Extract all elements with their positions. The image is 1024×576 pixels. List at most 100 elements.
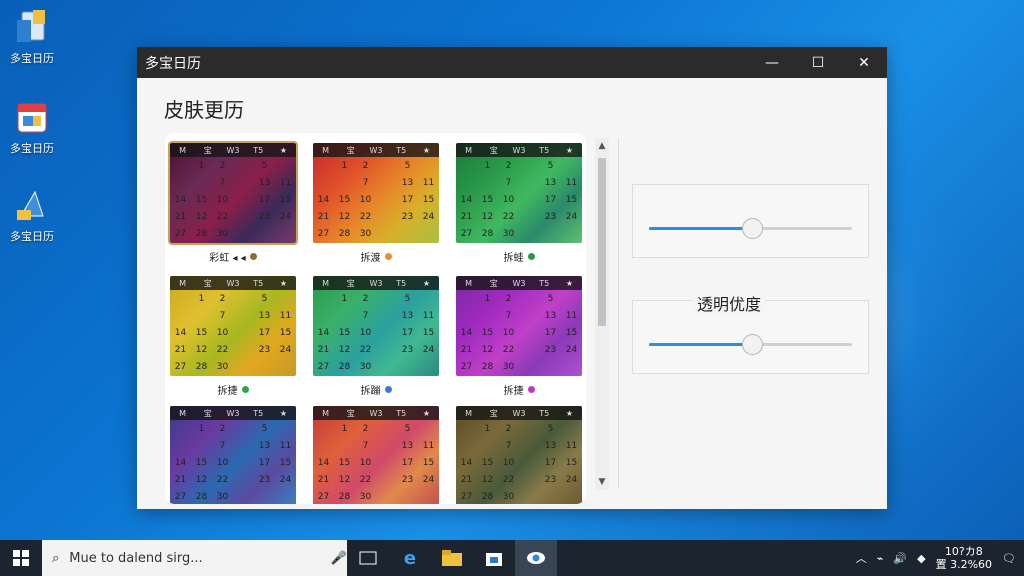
task-view-button[interactable]	[347, 540, 389, 576]
edge-button[interactable]: e	[389, 540, 431, 576]
windows-icon	[13, 550, 29, 566]
skin-preview[interactable]: M 宝 W3 T5 ★ 1 2 5 7 13 11 14 15 10 17 15 21 12 22 23 24 27 28 3…	[313, 406, 439, 504]
weekday-label: 宝	[489, 145, 498, 155]
notification-icon[interactable]: 🗨	[1002, 552, 1016, 565]
title-bar[interactable]: 多宝日历 — ☐ ✕	[137, 47, 887, 78]
day-cell: 22	[502, 344, 515, 355]
folder-icon	[442, 550, 462, 566]
day-cell: 15	[481, 194, 494, 205]
skin-card[interactable]: M 宝 W3 T5 ★ 1 2 5 7 13 11 14 15 10 17 15 21 12 22 23 24 27 28 3…	[170, 406, 296, 504]
store-button[interactable]	[473, 540, 515, 576]
day-cell: 27	[460, 361, 473, 372]
day-cell: 15	[195, 457, 208, 468]
day-cell: 10	[359, 327, 372, 338]
start-button[interactable]	[0, 540, 42, 576]
weekday-label: M	[465, 145, 473, 155]
divider	[618, 138, 619, 488]
day-grid: 1 2 5 7 13 11 14 15 10 17 15 21 12 22 23 24 27 28 30	[456, 420, 582, 504]
day-cell: 17	[544, 194, 557, 205]
weekday-label: 宝	[346, 278, 355, 288]
skin-card[interactable]: M 宝 W3 T5 ★ 1 2 5 7 13 11 14 15 10 17 15 21 12 22 23 24 27 28 3…	[456, 276, 582, 397]
skin-card[interactable]: M 宝 W3 T5 ★ 1 2 5 7 13 11 14 15 10 17 15 21 12 22 23 24 27 28 3…	[168, 141, 298, 264]
weekday-header: M 宝 W3 T5 ★	[313, 143, 439, 157]
calendar-app-taskbar-button[interactable]	[515, 540, 557, 576]
day-cell: 10	[216, 194, 229, 205]
day-cell: 1	[484, 293, 491, 304]
skin-card[interactable]: M 宝 W3 T5 ★ 1 2 5 7 13 11 14 15 10 17 15 21 12 22 23 24 27 28 3…	[456, 406, 582, 504]
skin-preview[interactable]: M 宝 W3 T5 ★ 1 2 5 7 13 11 14 15 10 17 15 21 12 22 23 24 27 28 3…	[313, 276, 439, 376]
day-cell: 27	[460, 491, 473, 502]
skin-card[interactable]: M 宝 W3 T5 ★ 1 2 5 7 13 11 14 15 10 17 15 21 12 22 23 24 27 28 3…	[313, 276, 439, 397]
clock-time: 10?カ8	[944, 545, 983, 558]
scroll-down-icon[interactable]: ▼	[595, 474, 609, 490]
scroll-thumb[interactable]	[598, 158, 606, 326]
day-cell: 22	[216, 211, 229, 222]
security-icon[interactable]: ◆	[917, 552, 925, 565]
day-cell: 5	[261, 293, 268, 304]
weekday-label: 宝	[203, 145, 212, 155]
network-icon[interactable]: ⌁	[877, 552, 884, 565]
weekday-label: M	[322, 408, 330, 418]
maximize-button[interactable]: ☐	[795, 47, 841, 78]
day-cell: 1	[484, 423, 491, 434]
skin-preview[interactable]: M 宝 W3 T5 ★ 1 2 5 7 13 11 14 15 10 17 15 21 12 22 23 24 27 28 3…	[456, 143, 582, 243]
skin-card[interactable]: M 宝 W3 T5 ★ 1 2 5 7 13 11 14 15 10 17 15 21 12 22 23 24 27 28 3…	[313, 143, 439, 264]
day-cell: 28	[338, 491, 351, 502]
day-cell: 17	[258, 457, 271, 468]
day-cell: 30	[359, 491, 372, 502]
day-cell: 2	[362, 293, 369, 304]
day-cell: 7	[505, 440, 512, 451]
skin-preview[interactable]: M 宝 W3 T5 ★ 1 2 5 7 13 11 14 15 10 17 15 21 12 22 23 24 27 28 3…	[170, 406, 296, 504]
day-grid: 1 2 5 7 13 11 14 15 10 17 15 21 12 22 23 24 27 28 30	[313, 420, 439, 504]
day-cell: 1	[198, 423, 205, 434]
day-cell: 13	[401, 310, 414, 321]
weekday-label: M	[322, 145, 330, 155]
speaker-icon[interactable]: 🔊	[893, 552, 907, 565]
microphone-icon[interactable]: 🎤	[331, 551, 347, 566]
day-cell: 21	[317, 344, 330, 355]
desktop-icon-3[interactable]: 多宝日历	[4, 186, 60, 244]
close-button[interactable]: ✕	[841, 47, 887, 78]
day-cell: 12	[195, 474, 208, 485]
skin-preview[interactable]: M 宝 W3 T5 ★ 1 2 5 7 13 11 14 15 10 17 15 21 12 22 23 24 27 28 3…	[168, 141, 298, 245]
slider-thumb[interactable]	[741, 218, 763, 239]
slider-thumb[interactable]	[741, 334, 763, 355]
day-cell: 24	[422, 344, 435, 355]
weekday-label: W3	[369, 145, 383, 155]
day-cell: 22	[216, 344, 229, 355]
skin-card[interactable]: M 宝 W3 T5 ★ 1 2 5 7 13 11 14 15 10 17 15 21 12 22 23 24 27 28 3…	[170, 276, 296, 397]
desktop-icon-2[interactable]: 多宝日历	[4, 98, 60, 156]
color-dot-icon	[249, 252, 257, 260]
day-cell: 24	[422, 474, 435, 485]
chevron-up-icon[interactable]: ︿	[856, 550, 867, 566]
day-cell: 30	[502, 228, 515, 239]
day-cell: 12	[338, 211, 351, 222]
minimize-button[interactable]: —	[749, 47, 795, 78]
gallery-scrollbar[interactable]: ▲ ▼	[595, 138, 609, 490]
file-explorer-button[interactable]	[431, 540, 473, 576]
skin-card[interactable]: M 宝 W3 T5 ★ 1 2 5 7 13 11 14 15 10 17 15 21 12 22 23 24 27 28 3…	[313, 406, 439, 504]
clock[interactable]: 10?カ8 置 3.2%60	[936, 545, 992, 571]
weekday-label: M	[179, 278, 187, 288]
skin-preview[interactable]: M 宝 W3 T5 ★ 1 2 5 7 13 11 14 15 10 17 15 21 12 22 23 24 27 28 3…	[313, 143, 439, 243]
day-cell: 15	[422, 457, 435, 468]
desktop-icon-1[interactable]: 多宝日历	[4, 8, 60, 66]
skin-preview[interactable]: M 宝 W3 T5 ★ 1 2 5 7 13 11 14 15 10 17 15 21 12 22 23 24 27 28 3…	[456, 406, 582, 504]
day-cell: 13	[258, 310, 271, 321]
skin-preview[interactable]: M 宝 W3 T5 ★ 1 2 5 7 13 11 14 15 10 17 15 21 12 22 23 24 27 28 3…	[456, 276, 582, 376]
day-cell: 5	[547, 423, 554, 434]
day-cell: 5	[261, 423, 268, 434]
day-cell: 7	[505, 177, 512, 188]
weekday-header: M 宝 W3 T5 ★	[456, 143, 582, 157]
skin-preview[interactable]: M 宝 W3 T5 ★ 1 2 5 7 13 11 14 15 10 17 15 21 12 22 23 24 27 28 3…	[170, 276, 296, 376]
day-cell: 11	[565, 440, 578, 451]
day-cell: 22	[216, 474, 229, 485]
skin-name: 拆蛙	[503, 252, 524, 264]
search-icon: ⌕	[52, 550, 60, 566]
day-cell: 15	[195, 327, 208, 338]
day-cell: 23	[401, 474, 414, 485]
day-cell: 15	[279, 457, 292, 468]
scroll-up-icon[interactable]: ▲	[595, 138, 609, 154]
taskbar-search[interactable]: ⌕ Mue to dalend sirg... 🎤	[42, 540, 347, 576]
skin-card[interactable]: M 宝 W3 T5 ★ 1 2 5 7 13 11 14 15 10 17 15 21 12 22 23 24 27 28 3…	[456, 143, 582, 264]
